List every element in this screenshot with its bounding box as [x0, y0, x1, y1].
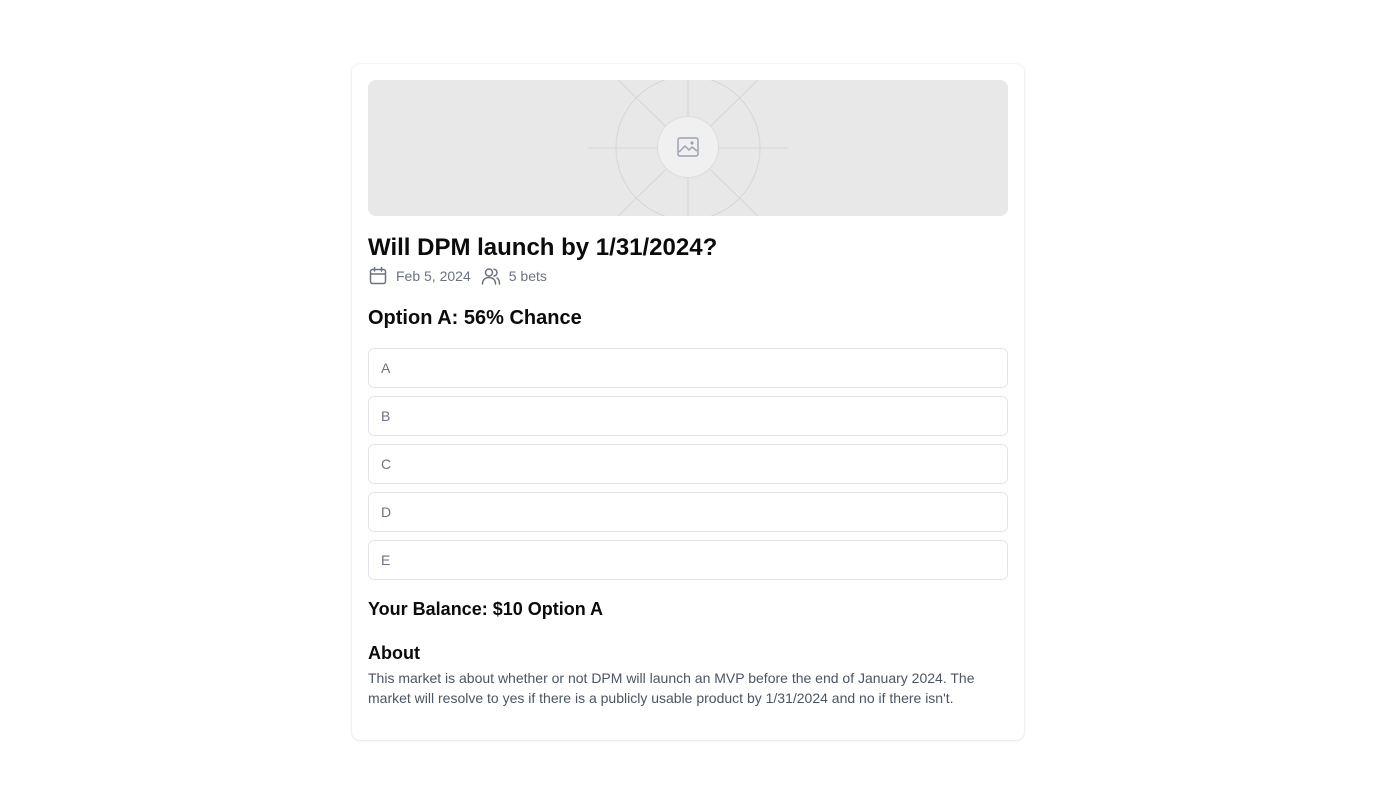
image-placeholder-icon — [658, 117, 718, 177]
option-c-button[interactable]: C — [368, 444, 1008, 484]
chance-heading: Option A: 56% Chance — [368, 307, 582, 329]
market-bet-count: 5 bets — [508, 268, 547, 284]
balance-label: Your Balance: $10 Option A — [368, 599, 604, 619]
market-date: Feb 5, 2024 — [396, 268, 471, 284]
about-heading: About — [368, 643, 420, 663]
option-a-button[interactable]: A — [368, 348, 1008, 388]
about-description: This market is about whether or not DPM … — [368, 670, 975, 706]
option-b-button[interactable]: B — [368, 396, 1008, 436]
market-meta: Feb 5, 2024 5 bets — [368, 266, 1008, 286]
option-d-button[interactable]: D — [368, 492, 1008, 532]
users-icon — [481, 266, 501, 286]
calendar-icon — [368, 266, 388, 286]
market-title: Will DPM launch by 1/31/2024? — [368, 234, 718, 261]
option-e-button[interactable]: E — [368, 540, 1008, 580]
market-card: Will DPM launch by 1/31/2024? Feb 5, 202… — [352, 64, 1024, 740]
market-image-placeholder — [368, 80, 1008, 216]
option-list: A B C D E — [368, 348, 1008, 580]
